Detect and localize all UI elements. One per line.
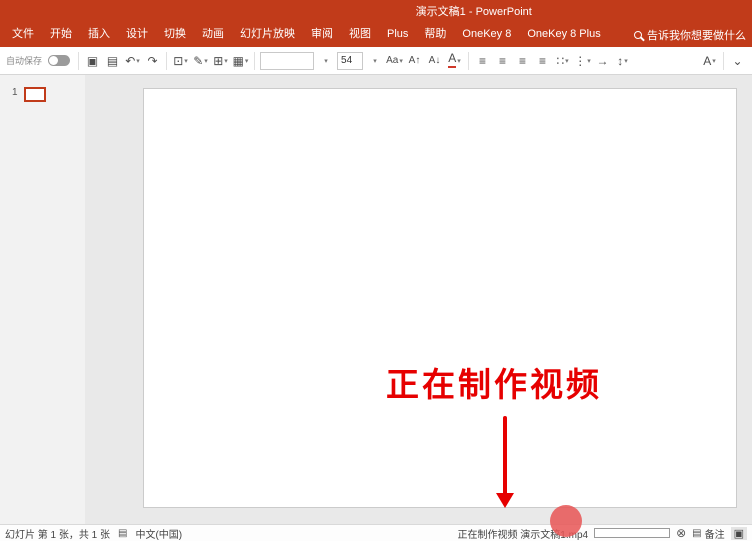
- format-painter-icon: ✎: [193, 54, 203, 68]
- line-spacing-button[interactable]: ↕: [614, 51, 631, 71]
- align-center-button[interactable]: ≡: [494, 51, 511, 71]
- slide-thumbnail-row[interactable]: 1: [12, 87, 85, 102]
- export-task-label: 正在制作视频 演示文稿1.mp4: [458, 526, 589, 541]
- slide-counter: 幻灯片 第 1 张，共 1 张: [5, 526, 110, 541]
- tab-review[interactable]: 审阅: [303, 22, 341, 47]
- main-content: 1: [0, 75, 752, 524]
- notes-icon: ▤: [692, 528, 701, 539]
- undo-icon: ↶: [125, 54, 135, 68]
- tab-insert[interactable]: 插入: [80, 22, 118, 47]
- tab-design[interactable]: 设计: [118, 22, 156, 47]
- divider: [78, 52, 79, 70]
- tab-file[interactable]: 文件: [4, 22, 42, 47]
- undo-button[interactable]: ↶: [124, 51, 141, 71]
- new-slide-button[interactable]: ⊞: [212, 51, 229, 71]
- redo-button[interactable]: ↷: [144, 51, 161, 71]
- justify-button[interactable]: ≡: [534, 51, 551, 71]
- tab-slide-show[interactable]: 幻灯片放映: [232, 22, 303, 47]
- font-name-dropdown[interactable]: [317, 51, 334, 71]
- divider: [723, 52, 724, 70]
- indent-icon: →: [597, 54, 609, 68]
- font-size-input[interactable]: [337, 52, 363, 70]
- save-button[interactable]: ▣: [84, 51, 101, 71]
- numbering-button[interactable]: ⋮: [574, 51, 591, 71]
- start-slideshow-button[interactable]: ⊡: [172, 51, 189, 71]
- align-right-button[interactable]: ≡: [514, 51, 531, 71]
- slide-thumbnail[interactable]: [24, 87, 46, 102]
- font-color-button[interactable]: A: [446, 51, 463, 71]
- slide-number: 1: [12, 87, 18, 98]
- grow-font-button[interactable]: A↑: [406, 51, 423, 71]
- shrink-font-button[interactable]: A↓: [426, 51, 443, 71]
- language-status[interactable]: 中文(中国): [135, 526, 182, 541]
- new-slide-icon: ⊞: [213, 54, 223, 68]
- autosave-label: 自动保存: [6, 54, 42, 67]
- title-bar: 演示文稿1 - PowerPoint: [0, 0, 752, 22]
- toggle-knob-icon: [49, 56, 58, 65]
- save-icon: ▣: [87, 54, 98, 68]
- line-spacing-icon: ↕: [617, 54, 623, 68]
- slide-thumbnail-panel: 1: [0, 75, 85, 524]
- window-title: 演示文稿1 - PowerPoint: [416, 3, 532, 19]
- slideshow-icon: ⊡: [173, 54, 183, 68]
- align-right-icon: ≡: [519, 54, 526, 68]
- divider: [468, 52, 469, 70]
- redo-icon: ↷: [147, 54, 157, 68]
- tab-home[interactable]: 开始: [42, 22, 80, 47]
- tab-help[interactable]: 帮助: [416, 22, 454, 47]
- justify-icon: ≡: [539, 54, 546, 68]
- font-name-input[interactable]: [260, 52, 314, 70]
- bullets-button[interactable]: ∷: [554, 51, 571, 71]
- status-bar: 幻灯片 第 1 张，共 1 张 ▤ 中文(中国) 正在制作视频 演示文稿1.mp…: [0, 524, 752, 541]
- tab-onekey-8-plus[interactable]: OneKey 8 Plus: [519, 22, 608, 47]
- change-case-button[interactable]: Aa: [386, 51, 403, 71]
- layout-icon: ▦: [233, 54, 244, 68]
- layout-button[interactable]: ▦: [232, 51, 249, 71]
- tell-me-search-label: 告诉我你想要做什么: [647, 27, 746, 43]
- bullets-icon: ∷: [556, 54, 564, 68]
- save-as-icon: ▤: [107, 54, 118, 68]
- tell-me-search[interactable]: 告诉我你想要做什么: [634, 27, 746, 43]
- tab-animations[interactable]: 动画: [194, 22, 232, 47]
- font-size-dropdown[interactable]: [366, 51, 383, 71]
- grow-font-icon: A↑: [409, 55, 421, 66]
- save-as-button[interactable]: ▤: [104, 51, 121, 71]
- slide-canvas[interactable]: [143, 88, 737, 508]
- normal-view-icon: ▣: [734, 528, 744, 540]
- align-left-button[interactable]: ≡: [474, 51, 491, 71]
- toolbar-right-group: A ⌄: [701, 51, 746, 71]
- text-styles-button[interactable]: A: [701, 51, 718, 71]
- tab-onekey-8[interactable]: OneKey 8: [454, 22, 519, 47]
- search-icon: [634, 31, 642, 39]
- numbering-icon: ⋮: [574, 54, 586, 68]
- more-options-button[interactable]: ⌄: [729, 51, 746, 71]
- slide-editor-area: [85, 75, 752, 524]
- chevron-down-icon: ⌄: [732, 54, 742, 68]
- cancel-export-button[interactable]: ⊗: [676, 527, 686, 539]
- normal-view-button[interactable]: ▣: [731, 527, 747, 540]
- notes-button[interactable]: ▤ 备注: [692, 526, 724, 541]
- indent-button[interactable]: →: [594, 51, 611, 71]
- divider: [254, 52, 255, 70]
- change-case-icon: Aa: [386, 55, 398, 66]
- text-styles-icon: A: [703, 54, 711, 68]
- quick-toolbar: 自动保存 ▣ ▤ ↶ ↷ ⊡ ✎ ⊞ ▦ Aa A↑ A↓ A ≡ ≡ ≡ ≡ …: [0, 47, 752, 75]
- export-progress-bar: [594, 528, 670, 538]
- proofing-icon[interactable]: ▤: [118, 528, 127, 539]
- format-painter-button[interactable]: ✎: [192, 51, 209, 71]
- shrink-font-icon: A↓: [429, 55, 441, 66]
- tab-plus[interactable]: Plus: [379, 22, 416, 47]
- status-bar-right: 正在制作视频 演示文稿1.mp4 ⊗ ▤ 备注 ▣: [458, 526, 748, 541]
- align-left-icon: ≡: [479, 54, 486, 68]
- divider: [166, 52, 167, 70]
- notes-label: 备注: [705, 526, 725, 541]
- tab-transitions[interactable]: 切换: [156, 22, 194, 47]
- tab-view[interactable]: 视图: [341, 22, 379, 47]
- autosave-toggle[interactable]: [48, 55, 70, 66]
- font-color-icon: A: [448, 53, 456, 68]
- ribbon-tab-bar: 文件 开始 插入 设计 切换 动画 幻灯片放映 审阅 视图 Plus 帮助 On…: [0, 22, 752, 47]
- align-center-icon: ≡: [499, 54, 506, 68]
